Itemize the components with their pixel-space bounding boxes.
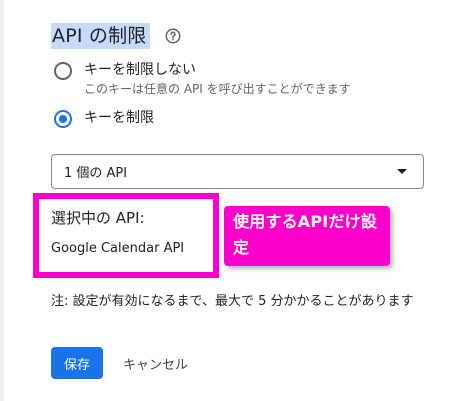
selected-api-item: Google Calendar API <box>51 241 185 256</box>
api-restrictions-header: API の制限 <box>51 22 182 50</box>
save-button[interactable]: 保存 <box>51 347 103 379</box>
radio-option-restricted[interactable]: キーを制限 <box>54 108 154 128</box>
radio-button-restricted[interactable] <box>54 110 72 128</box>
propagation-note: 注: 設定が有効になるまで、最大で 5 分かかることがあります <box>51 294 414 309</box>
panel-divider <box>0 0 4 401</box>
cancel-button[interactable]: キャンセル <box>115 347 196 379</box>
radio-label: キーを制限しない <box>84 62 196 78</box>
annotation-callout: 使用するAPIだけ設定 <box>224 206 390 266</box>
radio-label: キーを制限 <box>84 110 154 126</box>
section-heading: API の制限 <box>51 23 150 49</box>
radio-button-unrestricted[interactable] <box>54 62 72 80</box>
selected-apis-title: 選択中の API: <box>51 209 145 227</box>
radio-option-unrestricted[interactable]: キーを制限しない このキーは任意の API を呼び出すことができます <box>54 60 351 97</box>
dropdown-arrow-icon <box>397 169 407 174</box>
help-circle-icon[interactable] <box>164 27 182 45</box>
select-value: 1 個の API <box>64 166 128 181</box>
api-select-dropdown[interactable]: 1 個の API <box>51 154 424 189</box>
selected-api-highlight <box>33 193 219 278</box>
radio-description: このキーは任意の API を呼び出すことができます <box>84 82 351 96</box>
